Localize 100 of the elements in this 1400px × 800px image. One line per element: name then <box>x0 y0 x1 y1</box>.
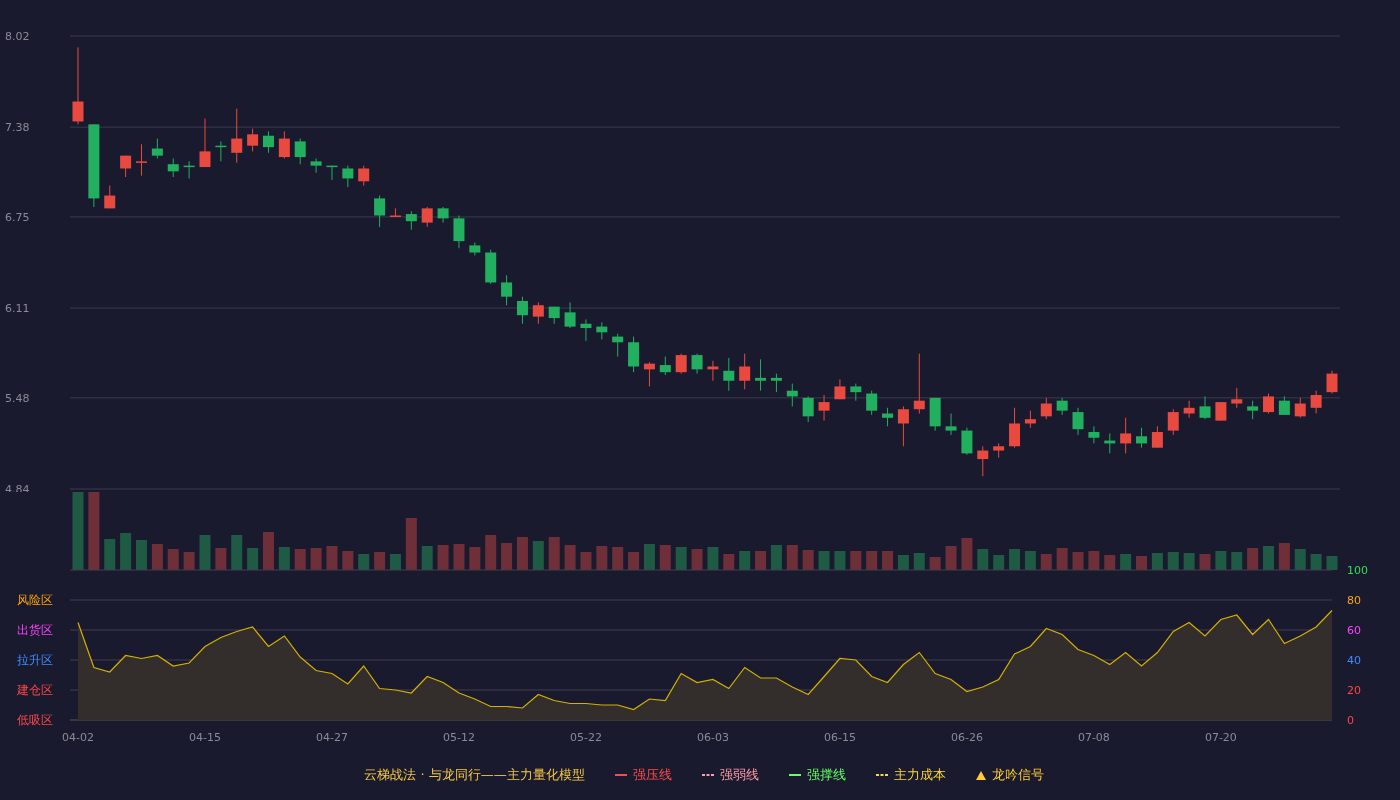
candlestick <box>104 185 116 209</box>
axis-label: 5.48 <box>5 391 30 405</box>
volume-bar <box>485 535 497 570</box>
volume-bar <box>1009 549 1021 570</box>
volume-bar <box>437 545 449 570</box>
volume-bar <box>628 552 640 570</box>
candlestick <box>834 378 846 400</box>
volume-bar <box>596 546 608 570</box>
candlestick <box>643 361 655 387</box>
zone-label: 建仓区 <box>17 683 53 697</box>
volume-bar <box>183 552 195 570</box>
volume-bar <box>1199 554 1211 570</box>
volume-bar <box>215 548 227 570</box>
candlestick <box>977 445 989 477</box>
volume-bar <box>453 544 465 570</box>
candlestick <box>310 158 322 174</box>
candlestick <box>358 165 370 187</box>
candlestick <box>1231 387 1243 409</box>
candlestick <box>1120 417 1132 454</box>
candlestick <box>929 397 941 432</box>
candlestick <box>247 128 259 152</box>
volume-bar <box>866 551 878 570</box>
volume-bar <box>818 551 830 570</box>
volume-bar <box>1167 552 1179 570</box>
zone-label: 低吸区 <box>17 713 53 727</box>
candlestick <box>1199 395 1211 420</box>
volume-bar <box>961 538 973 570</box>
axis-label: 8.02 <box>5 30 30 43</box>
candlestick <box>278 130 290 159</box>
candlestick <box>612 333 624 357</box>
volume-bar <box>1294 549 1306 570</box>
volume-bar <box>469 547 481 570</box>
legend-title: 云梯战法 · 与龙同行——主力量化模型 <box>364 766 585 784</box>
axis-label: 6.75 <box>5 210 30 224</box>
volume-bar <box>501 543 513 570</box>
candlestick <box>659 356 671 376</box>
volume-bar <box>342 551 354 570</box>
volume-bar <box>675 547 687 570</box>
volume-bar <box>770 545 782 570</box>
axis-label: 0 <box>1347 714 1354 727</box>
volume-bar <box>739 551 751 570</box>
candlestick <box>501 274 513 306</box>
candlestick <box>1263 393 1274 414</box>
candlestick <box>945 413 957 436</box>
volume-bar <box>374 552 386 570</box>
candlestick <box>199 118 211 168</box>
candlestick <box>326 165 338 181</box>
candlestick <box>691 353 703 375</box>
volume-bar <box>659 545 671 570</box>
candlestick <box>1072 407 1084 436</box>
volume-bar <box>231 535 243 570</box>
candlestick <box>389 207 401 218</box>
candlestick <box>675 353 687 375</box>
volume-bar <box>263 532 274 570</box>
candlestick <box>961 427 973 456</box>
volume-bar <box>389 554 401 570</box>
candlestick <box>913 353 925 414</box>
candlestick <box>818 394 830 422</box>
candlestick <box>1183 400 1195 419</box>
axis-label: 05-22 <box>569 731 602 744</box>
candlestick <box>1215 401 1227 422</box>
volume-bar <box>421 546 433 570</box>
volume-bar <box>120 533 132 570</box>
candlestick <box>580 319 592 342</box>
candlestick <box>120 155 132 178</box>
zone-label: 风险区 <box>17 593 53 607</box>
volume-bar <box>850 551 862 570</box>
axis-label: 04-15 <box>189 731 221 744</box>
volume-bar <box>643 544 655 570</box>
volume-bar <box>691 549 703 570</box>
volume-bar <box>786 545 798 570</box>
volume-bar <box>897 555 909 570</box>
volume-bar <box>1247 548 1259 570</box>
candlestick <box>596 321 608 340</box>
candlestick <box>167 158 179 178</box>
volume-bar <box>1056 548 1068 570</box>
candlestick <box>755 358 767 392</box>
candlestick <box>850 383 862 402</box>
candlestick <box>215 140 227 162</box>
axis-label: 07-08 <box>1077 731 1110 744</box>
candlestick <box>1088 425 1100 444</box>
candlestick <box>1310 390 1322 414</box>
candlestick <box>516 296 528 325</box>
axis-label: 06-26 <box>950 731 983 744</box>
candlestick <box>866 390 878 416</box>
axis-label: 04-02 <box>62 731 94 744</box>
volume-bar <box>294 549 306 570</box>
volume-bar <box>1120 554 1132 570</box>
volume-bar <box>136 540 147 570</box>
volume-bar <box>548 537 560 570</box>
candlestick <box>1247 400 1259 420</box>
volume-bar <box>326 546 338 570</box>
axis-label: 06-03 <box>696 731 729 744</box>
volume-bar <box>278 547 290 570</box>
candlestick <box>231 108 243 164</box>
axis-label: 100 <box>1347 564 1368 577</box>
volume-bar <box>929 557 941 570</box>
volume-bar <box>151 544 163 570</box>
legend-label: 强弱线 <box>719 766 759 784</box>
volume-bar <box>834 551 846 570</box>
